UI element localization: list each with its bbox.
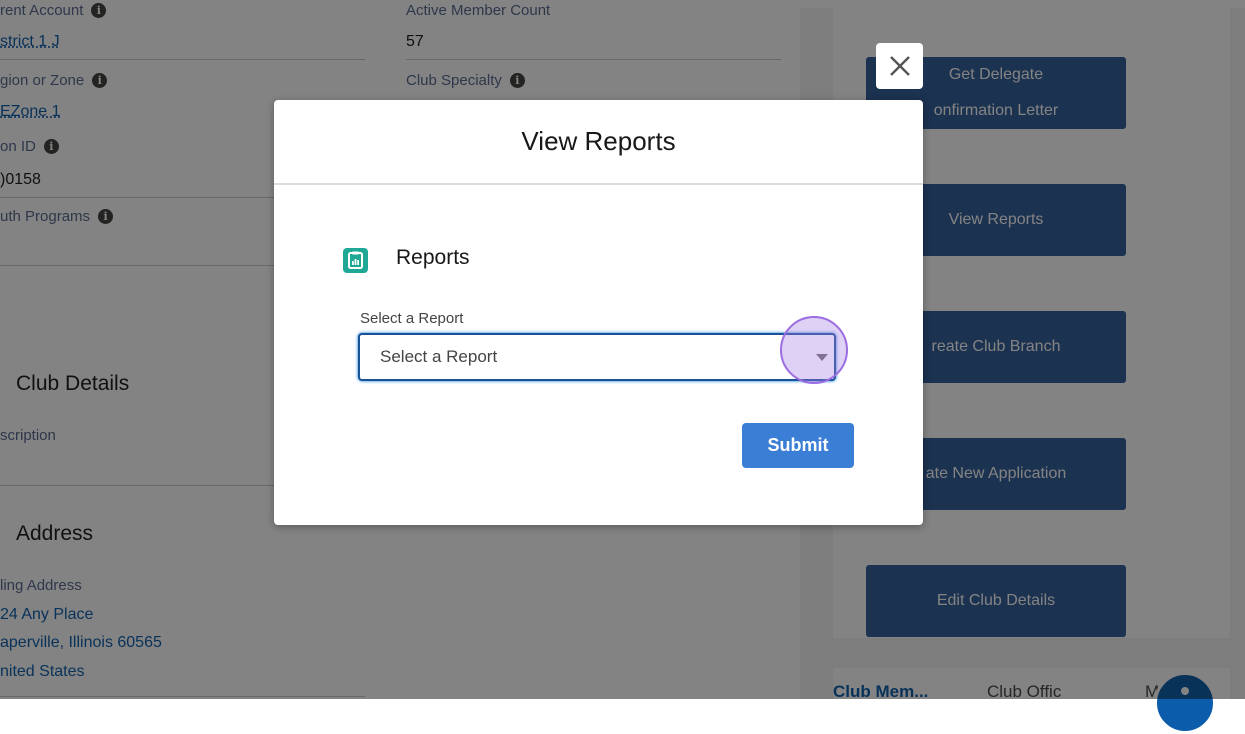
page: rent Accounti strict 1 J Active Member C… bbox=[0, 0, 1245, 734]
close-icon[interactable] bbox=[876, 43, 923, 89]
select-report-label: Select a Report bbox=[360, 310, 464, 327]
submit-button[interactable]: Submit bbox=[742, 423, 854, 468]
click-indicator bbox=[780, 316, 848, 384]
modal-header: View Reports bbox=[274, 100, 923, 185]
reports-heading: Reports bbox=[396, 246, 470, 269]
close-x-glyph bbox=[889, 56, 910, 76]
select-report-placeholder: Select a Report bbox=[380, 347, 498, 366]
reports-icon bbox=[343, 248, 368, 273]
view-reports-modal: View Reports Reports Select a Report Sel… bbox=[274, 100, 923, 525]
select-report-combobox[interactable]: Select a Report bbox=[358, 333, 836, 381]
modal-title: View Reports bbox=[521, 126, 676, 156]
